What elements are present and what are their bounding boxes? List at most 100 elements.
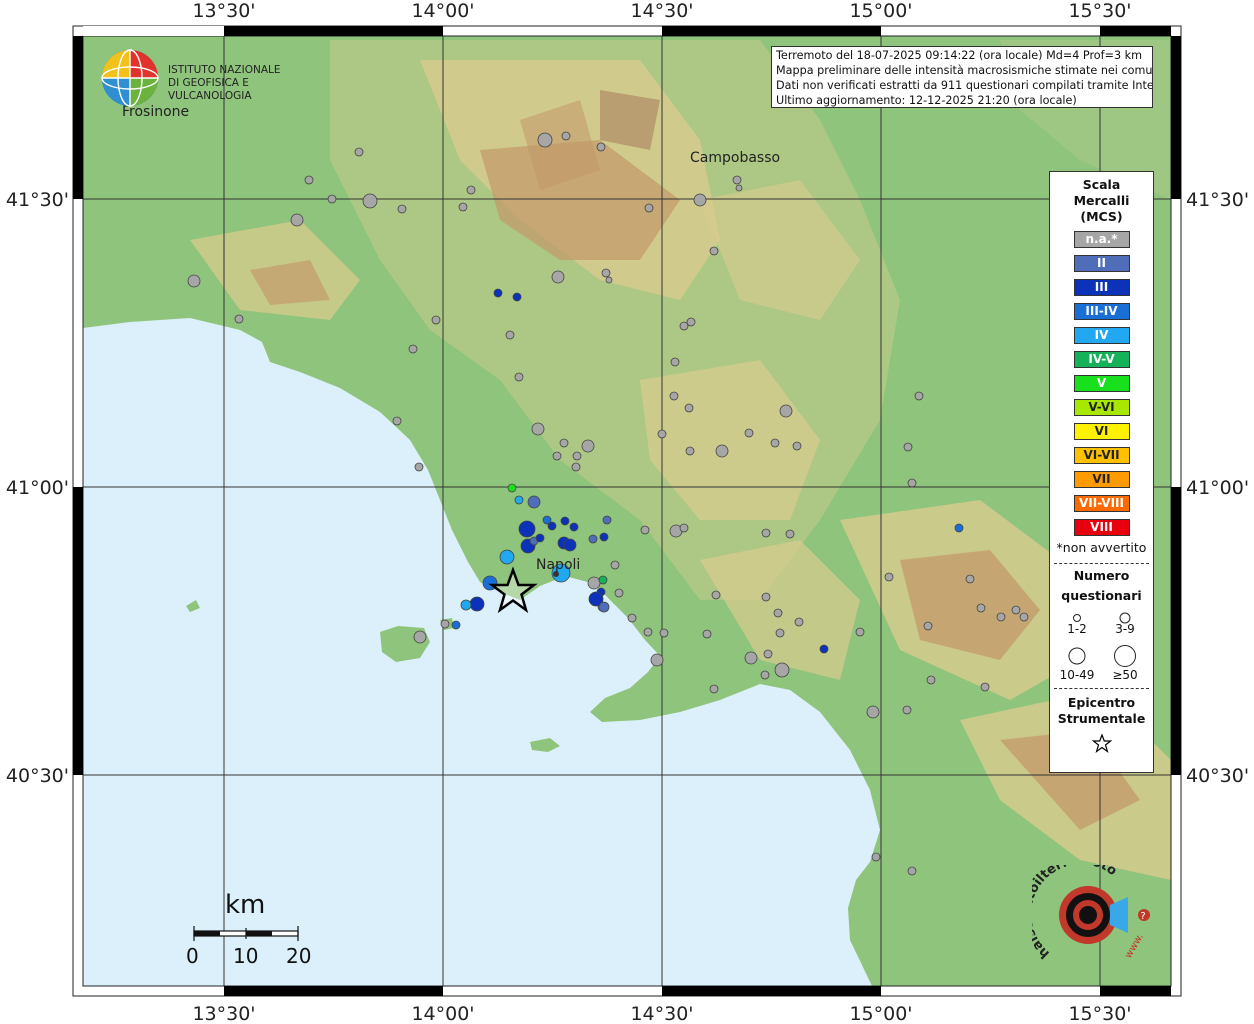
observation-point [512, 292, 522, 302]
lat-label-right: 40°30' [1186, 765, 1249, 787]
observation-point [505, 330, 515, 340]
observation-point [735, 184, 743, 192]
event-info-line: Dati non verificati estratti da 911 ques… [776, 79, 1153, 92]
observation-point [598, 601, 610, 613]
axis-labels-bottom: 13°30' 14°00' 14°30' 15°00' 15°30' [192, 1003, 1131, 1024]
observation-point [614, 588, 624, 598]
event-info-box: Terremoto del 18-07-2025 09:14:22 (ora l… [771, 46, 1153, 108]
epicenter-legend-title: Strumentale [1057, 711, 1146, 726]
legend-swatch: VI-VII [1073, 447, 1130, 464]
observation-point [785, 529, 795, 539]
observation-point [884, 572, 894, 582]
observation-point [914, 391, 924, 401]
observation-point [493, 288, 503, 298]
observation-point [871, 852, 881, 862]
size-label: 10-49 [1059, 668, 1095, 682]
observation-point [610, 560, 620, 570]
size-label: ≥50 [1112, 668, 1138, 682]
lon-label-top: 15°00' [849, 0, 912, 22]
observation-point [643, 627, 653, 637]
legend-swatch: V-VI [1073, 399, 1130, 416]
observation-point [669, 391, 679, 401]
lon-label-top: 14°30' [630, 0, 693, 22]
observation-point [760, 670, 770, 680]
observation-point [601, 268, 611, 278]
observation-point [469, 596, 485, 612]
observation-point [627, 613, 637, 623]
legend-swatch: VI [1073, 423, 1130, 440]
observation-point [923, 621, 933, 631]
observation-point [744, 651, 758, 665]
observation-point [354, 147, 364, 157]
observation-point [408, 344, 418, 354]
legend-swatch: VIII [1073, 519, 1130, 536]
lat-label-right: 41°30' [1186, 189, 1249, 211]
legend-title: (MCS) [1080, 209, 1123, 224]
observation-point [715, 444, 729, 458]
legend-classes: n.a.* II III III-IV IV IV-V V V-VI VI VI-VII VII VI… [1050, 231, 1153, 536]
observation-point [551, 270, 565, 284]
scale-tick: 20 [286, 944, 312, 968]
observation-point [581, 439, 595, 453]
observation-point [518, 520, 536, 538]
observation-point [514, 372, 524, 382]
observation-point [587, 576, 601, 590]
observation-point [547, 521, 557, 531]
legend-swatch: VII [1073, 471, 1130, 488]
observation-point [605, 276, 613, 284]
observation-point [794, 617, 804, 627]
epicenter-star-icon [1091, 733, 1112, 754]
observation-point [773, 608, 783, 618]
legend-swatch: III-IV [1073, 303, 1130, 320]
observation-point [644, 203, 654, 213]
observation-point [686, 317, 696, 327]
observation-point [954, 523, 964, 533]
svg-text:?: ? [1140, 911, 1145, 922]
ingv-logo-line1: ISTITUTO NAZIONALE [168, 64, 281, 76]
scale-tick: 10 [233, 944, 259, 968]
observation-point [397, 204, 407, 214]
observation-point [362, 193, 378, 209]
observation-point [980, 682, 990, 692]
observation-point [965, 574, 975, 584]
scale-unit: km [225, 890, 266, 920]
observation-point [535, 533, 545, 543]
observation-point [451, 620, 461, 630]
observation-point [763, 649, 773, 659]
observation-point [761, 592, 771, 602]
observation-point [684, 403, 694, 413]
legend-panel: Scala Mercalli (MCS) n.a.* II III III-IV IV I… [1049, 171, 1154, 773]
observation-point [431, 315, 441, 325]
observation-point [679, 523, 689, 533]
observation-point [685, 446, 695, 456]
observation-point [650, 653, 664, 667]
legend-swatch: III [1073, 279, 1130, 296]
observation-point [499, 549, 515, 565]
legend-swatch: IV-V [1073, 351, 1130, 368]
observation-point [440, 619, 450, 629]
legend-title: Scala [1082, 177, 1121, 192]
observation-point [559, 438, 569, 448]
observation-point [657, 429, 667, 439]
scale-bar: km 0 10 20 [180, 888, 320, 978]
observation-point [702, 629, 712, 639]
observation-point [413, 630, 427, 644]
ingv-logo-line2: DI GEOFISICA E VULCANOLOGIA [168, 77, 252, 102]
observation-point [976, 603, 986, 613]
observation-point [588, 534, 598, 544]
observation-point [537, 132, 553, 148]
observation-point [670, 357, 680, 367]
observation-point [744, 428, 754, 438]
ingv-globe-icon [101, 49, 159, 107]
axis-labels-left: 41°30' 41°00' 40°30' [6, 189, 69, 787]
legend-swatch: VII-VIII [1073, 495, 1130, 512]
legend-swatch: IV [1073, 327, 1130, 344]
observation-point [569, 522, 579, 532]
observation-point [602, 515, 612, 525]
legend-note: *non avvertito [1056, 540, 1147, 555]
observation-point [507, 483, 517, 493]
observation-point [187, 274, 201, 288]
observation-point [709, 246, 719, 256]
observation-point [732, 175, 742, 185]
observation-point [527, 495, 541, 509]
